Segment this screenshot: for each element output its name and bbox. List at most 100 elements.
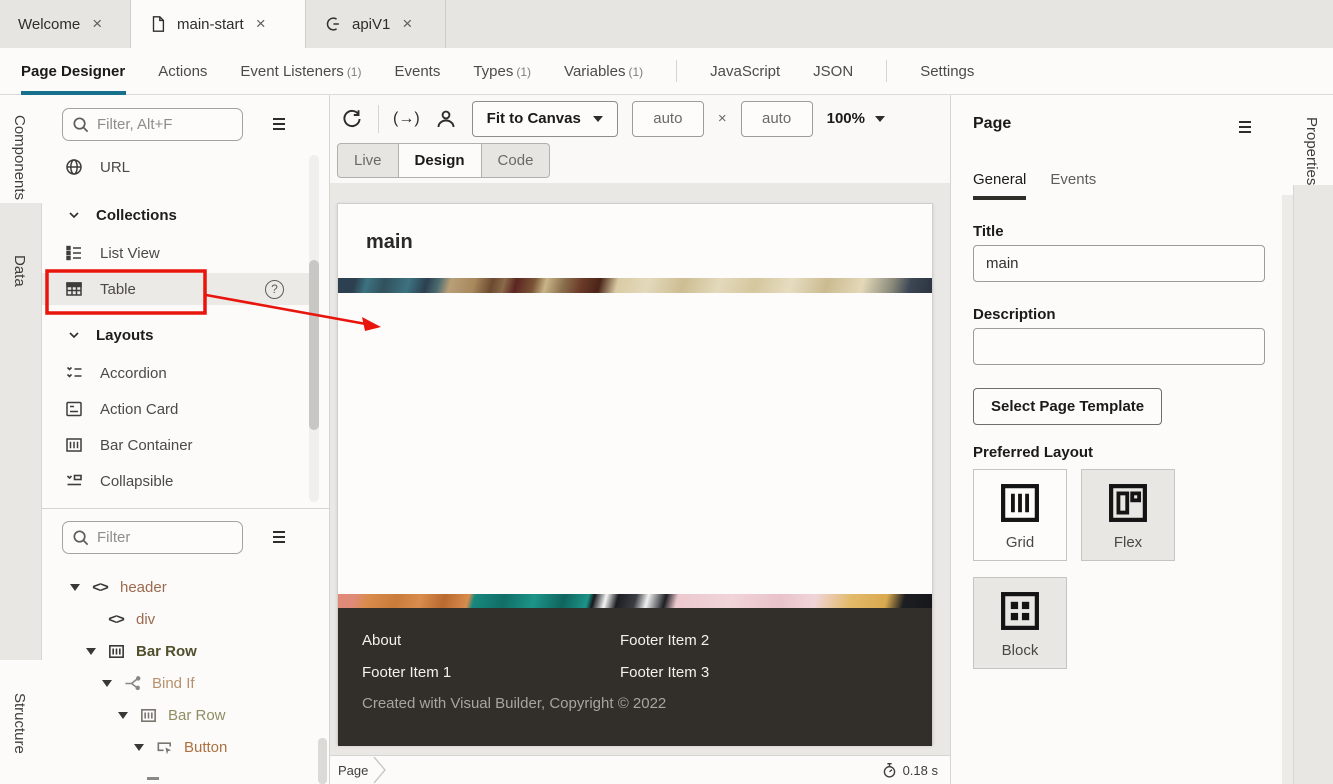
section-collections[interactable]: Collections [42,199,318,231]
tab-general[interactable]: General [973,171,1026,200]
component-list-view-label: List View [100,245,160,262]
fit-to-canvas-dropdown[interactable]: Fit to Canvas [472,101,618,137]
tree-node-bind-if[interactable]: Bind If [42,667,318,699]
nav-actions[interactable]: Actions [158,63,207,80]
help-icon[interactable]: ? [265,280,284,299]
html-tag-icon: <> [89,579,111,596]
footer-copyright: Created with Visual Builder, Copyright ©… [362,695,908,712]
nav-javascript[interactable]: JavaScript [710,63,780,80]
canvas-height-input[interactable] [741,101,813,137]
mode-code-button[interactable]: Code [482,143,551,178]
menu-icon[interactable] [269,527,289,547]
rail-tab-data[interactable]: Data [11,255,28,287]
menu-icon[interactable] [269,114,289,134]
tab-apiv1-label: apiV1 [352,16,390,33]
expand-triangle-icon[interactable] [118,712,128,719]
zoom-dropdown[interactable]: 100% [827,110,885,127]
layout-option-block[interactable]: Block [973,577,1067,669]
expand-triangle-icon[interactable] [134,744,144,751]
nav-types[interactable]: Types(1) [473,63,531,80]
breadcrumb[interactable]: Page [338,763,368,778]
structure-panel: <> header <> div Bar Row [42,508,330,784]
rail-tab-components[interactable]: Components [11,115,28,200]
nav-settings[interactable]: Settings [920,63,974,80]
tab-welcome[interactable]: Welcome × [0,0,131,48]
block-layout-icon [997,588,1043,634]
component-collapsible[interactable]: Collapsible [42,465,318,497]
rerun-action-icon[interactable]: (→) [393,110,420,128]
tab-events[interactable]: Events [1050,171,1096,200]
close-icon[interactable]: × [400,14,414,34]
nav-json[interactable]: JSON [813,63,853,80]
tree-node-bar-row[interactable]: Bar Row [42,635,318,667]
mode-live-button[interactable]: Live [337,143,399,178]
search-icon [71,115,90,134]
html-tag-icon: <> [105,611,127,628]
layout-option-flex[interactable]: Flex [1081,469,1175,561]
user-icon[interactable] [434,107,458,131]
footer-link[interactable]: About [362,632,620,649]
close-icon[interactable]: × [90,14,104,34]
nav-events[interactable]: Events [394,63,440,80]
footer-banner-image [338,594,932,608]
menu-icon[interactable] [1235,117,1255,137]
title-field[interactable] [973,245,1265,282]
nav-page-designer[interactable]: Page Designer [21,63,125,80]
tree-node-label: Bind If [152,675,195,692]
footer-link[interactable]: Footer Item 2 [620,632,908,649]
tree-node-button[interactable]: Button [42,731,318,763]
tree-node-label: Bar Row [168,707,226,724]
component-bar-container[interactable]: Bar Container [42,429,318,461]
chevron-down-icon [66,327,82,343]
bind-if-icon [121,674,143,693]
nav-divider [676,60,677,82]
close-icon[interactable]: × [254,14,268,34]
tree-node-header[interactable]: <> header [42,571,318,603]
section-layouts[interactable]: Layouts [42,319,318,351]
design-page-preview[interactable]: main About Footer Item 2 Footer Item 1 F… [337,203,933,745]
description-field[interactable] [973,328,1265,365]
bar-row-icon [105,642,127,661]
expand-triangle-icon[interactable] [102,680,112,687]
preferred-layout-label: Preferred Layout [973,444,1093,461]
tree-node-div[interactable]: <> div [42,603,318,635]
nav-variables[interactable]: Variables(1) [564,63,643,80]
description-field-label: Description [973,306,1056,323]
component-table-label: Table [100,281,136,298]
canvas-region: (→) Fit to Canvas × 100% Live Design Cod… [330,95,950,784]
tab-welcome-label: Welcome [18,16,80,33]
canvas-width-input[interactable] [632,101,704,137]
caret-down-icon [875,116,885,122]
component-list-view[interactable]: List View [42,237,318,269]
caret-down-icon [593,116,603,122]
button-icon [153,738,175,757]
footer-link[interactable]: Footer Item 1 [362,664,620,681]
footer-link[interactable]: Footer Item 3 [620,664,908,681]
search-icon [71,528,90,547]
rail-tab-properties[interactable]: Properties [1303,117,1320,185]
expand-triangle-icon[interactable] [70,584,80,591]
component-action-card[interactable]: Action Card [42,393,318,425]
rail-tab-structure[interactable]: Structure [11,693,28,754]
expand-triangle-icon[interactable] [86,648,96,655]
tree-node-label: Button [184,739,227,756]
component-table[interactable]: Table ? [42,273,318,305]
editor-nav: Page Designer Actions Event Listeners(1)… [0,48,1333,95]
render-time: 0.18 s [881,762,938,779]
tab-apiv1[interactable]: apiV1 × [306,0,446,48]
component-url[interactable]: URL [42,151,318,183]
mode-design-button[interactable]: Design [399,143,482,178]
properties-scrollbar-track[interactable] [1282,195,1293,784]
canvas-statusbar: Page 0.18 s [330,755,950,784]
component-accordion[interactable]: Accordion [42,357,318,389]
refresh-icon[interactable] [340,107,364,131]
select-page-template-button[interactable]: Select Page Template [973,388,1162,425]
chevron-down-icon [66,207,82,223]
layout-option-grid[interactable]: Grid [973,469,1067,561]
component-url-label: URL [100,159,130,176]
tab-main-start[interactable]: main-start × [131,0,306,48]
components-scrollbar-thumb[interactable] [309,260,319,430]
nav-event-listeners[interactable]: Event Listeners(1) [240,63,361,80]
structure-scrollbar-thumb[interactable] [318,738,327,784]
tree-node-bar-row-2[interactable]: Bar Row [42,699,318,731]
